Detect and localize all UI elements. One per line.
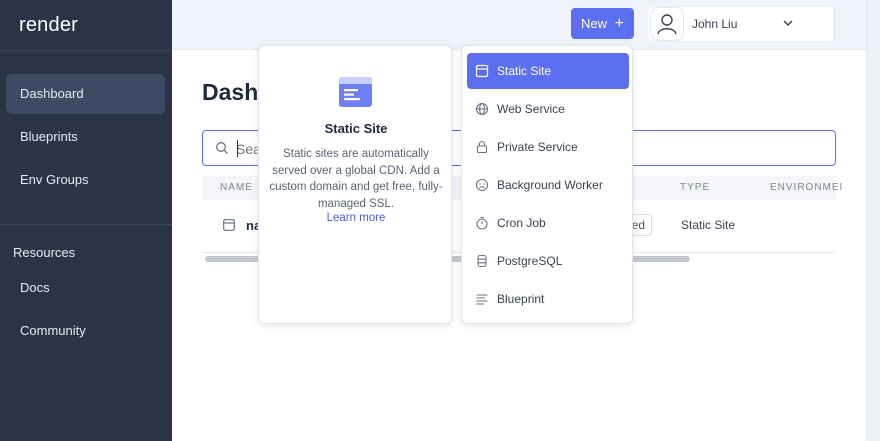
sidebar-divider bbox=[0, 50, 172, 51]
sidebar-section-resources: Resources bbox=[13, 245, 76, 260]
service-info-card: Static Site Static sites are automatical… bbox=[258, 45, 452, 324]
menu-item-blueprint[interactable]: Blueprint bbox=[467, 281, 629, 317]
new-button-label: New bbox=[581, 16, 608, 31]
globe-icon bbox=[475, 102, 489, 116]
worker-icon bbox=[475, 178, 489, 192]
service-type: Static Site bbox=[681, 218, 736, 232]
sidebar-item-docs[interactable]: Docs bbox=[6, 268, 165, 308]
user-name: John Liu bbox=[692, 17, 738, 31]
topbar-divider bbox=[834, 7, 835, 41]
learn-more-link[interactable]: Learn more bbox=[259, 212, 453, 224]
browser-window-icon bbox=[475, 64, 489, 78]
column-header-name[interactable]: NAME bbox=[220, 182, 253, 193]
menu-item-postgresql[interactable]: PostgreSQL bbox=[467, 243, 629, 279]
sidebar-item-community[interactable]: Community bbox=[6, 311, 165, 351]
menu-item-label: Static Site bbox=[497, 64, 552, 78]
sidebar-item-blueprints[interactable]: Blueprints bbox=[6, 117, 165, 157]
menu-item-label: PostgreSQL bbox=[497, 254, 563, 268]
text-caret bbox=[237, 140, 238, 157]
column-header-type[interactable]: TYPE bbox=[680, 182, 710, 193]
search-icon bbox=[216, 142, 228, 154]
user-icon bbox=[650, 7, 684, 41]
info-card-title: Static Site bbox=[324, 121, 388, 136]
column-header-environment[interactable]: ENVIRONMEI bbox=[770, 182, 843, 193]
menu-item-label: Web Service bbox=[497, 102, 565, 116]
menu-item-label: Cron Job bbox=[497, 216, 546, 230]
sidebar-item-dashboard[interactable]: Dashboard bbox=[6, 74, 165, 114]
chevron-down-icon bbox=[783, 20, 793, 26]
database-icon bbox=[477, 254, 487, 268]
stopwatch-icon bbox=[476, 216, 488, 230]
sidebar: render Dashboard Blueprints Env Groups R… bbox=[0, 0, 172, 441]
lock-icon bbox=[476, 140, 488, 154]
user-menu[interactable]: John Liu bbox=[648, 7, 834, 41]
sidebar-item-env-groups[interactable]: Env Groups bbox=[6, 160, 165, 200]
brand-logo[interactable]: render bbox=[19, 14, 78, 37]
sidebar-divider bbox=[0, 224, 172, 225]
page-edge bbox=[866, 0, 880, 441]
menu-item-background-worker[interactable]: Background Worker bbox=[467, 167, 629, 203]
lines-icon bbox=[476, 294, 488, 305]
browser-window-icon bbox=[223, 219, 235, 231]
menu-item-static-site[interactable]: Static Site bbox=[467, 53, 629, 89]
menu-item-private-service[interactable]: Private Service bbox=[467, 129, 629, 165]
topbar: New + John Liu bbox=[172, 0, 866, 50]
menu-item-label: Private Service bbox=[497, 140, 578, 154]
new-button[interactable]: New + bbox=[571, 8, 634, 39]
plus-icon: + bbox=[614, 15, 624, 32]
menu-item-cron-job[interactable]: Cron Job bbox=[467, 205, 629, 241]
static-site-icon bbox=[339, 77, 372, 107]
new-service-menu: Static Site Web Service Private Service … bbox=[461, 45, 633, 324]
menu-item-web-service[interactable]: Web Service bbox=[467, 91, 629, 127]
menu-item-label: Background Worker bbox=[497, 178, 603, 192]
info-card-description: Static sites are automatically served ov… bbox=[269, 148, 443, 210]
menu-item-label: Blueprint bbox=[497, 292, 545, 306]
